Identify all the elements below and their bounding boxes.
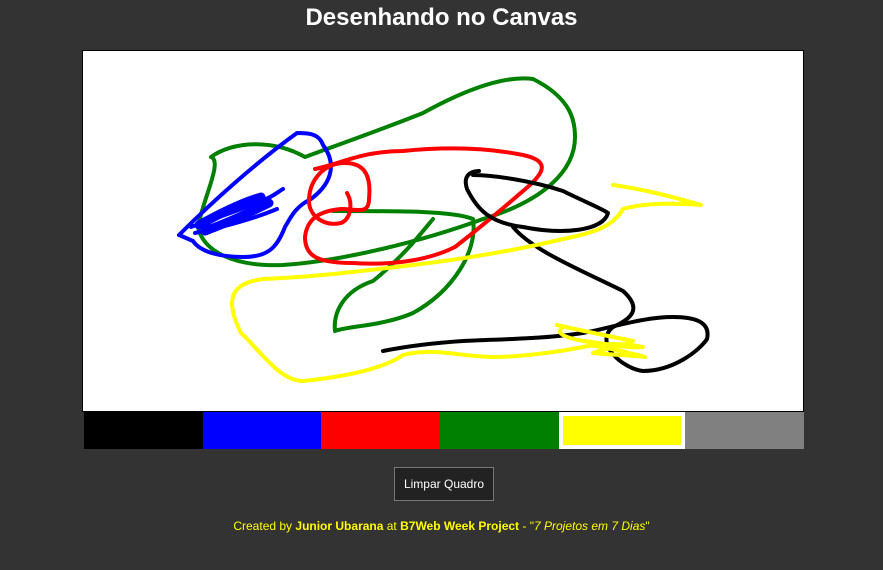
color-palette [84, 412, 805, 449]
canvas-drawing[interactable] [83, 51, 803, 411]
footer-author: Junior Ubarana [295, 519, 384, 533]
color-swatch-green[interactable] [440, 412, 559, 449]
footer-project: B7Web Week Project [400, 519, 520, 533]
drawing-canvas[interactable] [82, 50, 804, 412]
color-swatch-yellow[interactable] [558, 412, 686, 449]
clear-board-button[interactable]: Limpar Quadro [394, 467, 494, 501]
page-title: Desenhando no Canvas [305, 4, 578, 31]
stroke-black [381, 169, 710, 373]
footer-at: at [383, 519, 401, 533]
footer-credits: Created by Junior Ubarana at B7Web Week … [0, 519, 883, 533]
color-swatch-gray[interactable] [685, 412, 805, 449]
footer-tagline: 7 Projetos em 7 Dias [533, 519, 646, 533]
color-swatch-red[interactable] [321, 412, 441, 449]
color-swatch-blue[interactable] [202, 412, 322, 449]
footer-created-by: Created by [233, 519, 296, 533]
stroke-red [303, 146, 544, 266]
color-swatch-black[interactable] [84, 412, 203, 449]
footer-close-quote: " [645, 519, 650, 533]
footer-dash: - " [519, 519, 534, 533]
